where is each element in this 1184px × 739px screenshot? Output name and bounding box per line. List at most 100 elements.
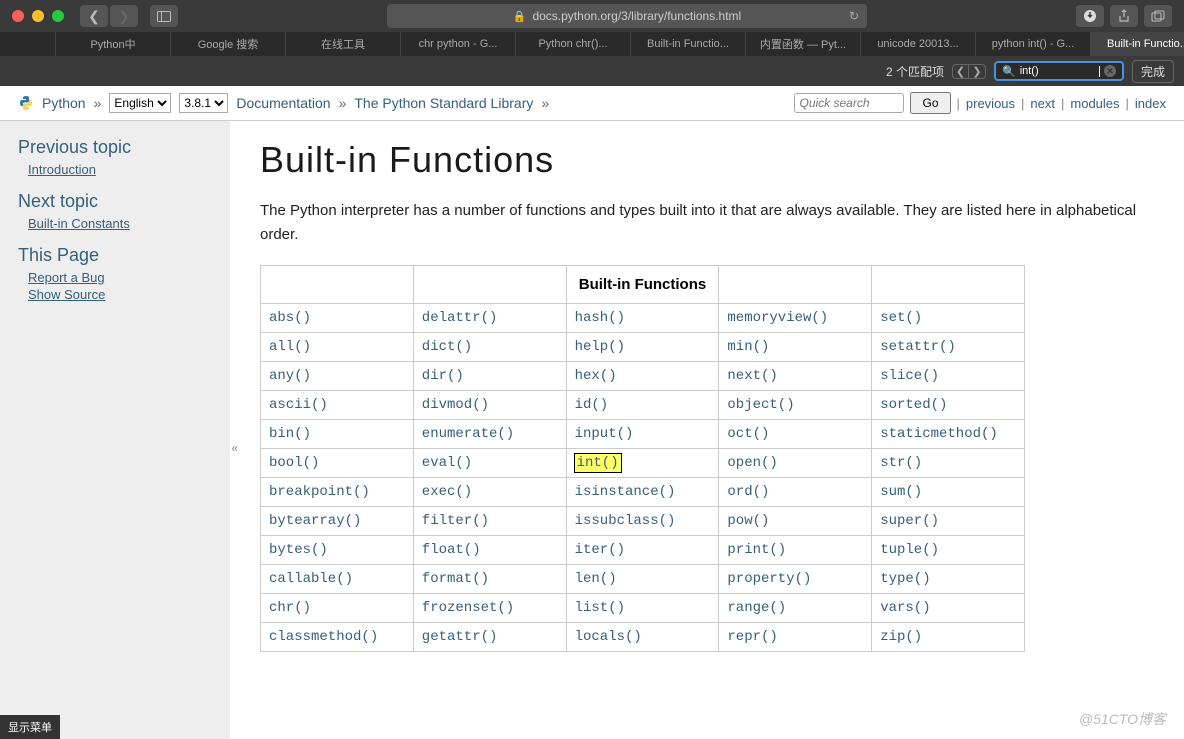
function-link[interactable]: help() — [575, 339, 625, 355]
function-link[interactable]: zip() — [880, 629, 922, 645]
function-link[interactable]: dir() — [422, 368, 464, 384]
back-button[interactable]: ❮ — [80, 5, 108, 27]
function-link[interactable]: input() — [575, 426, 634, 442]
show-menu-button[interactable]: 显示菜单 — [0, 715, 60, 739]
function-link[interactable]: set() — [880, 310, 922, 326]
function-link[interactable]: hex() — [575, 368, 617, 384]
function-link[interactable]: format() — [422, 571, 489, 587]
next-topic-link[interactable]: Built-in Constants — [28, 216, 212, 231]
function-link[interactable]: issubclass() — [575, 513, 676, 529]
function-link[interactable]: type() — [880, 571, 930, 587]
function-link[interactable]: setattr() — [880, 339, 956, 355]
function-link[interactable]: dict() — [422, 339, 472, 355]
browser-tab[interactable]: Built-in Functio... — [1091, 32, 1184, 56]
go-button[interactable]: Go — [910, 92, 950, 114]
clear-find-button[interactable]: ✕ — [1104, 65, 1116, 77]
function-link[interactable]: bool() — [269, 455, 319, 471]
browser-tab[interactable]: unicode 20013... — [861, 32, 976, 56]
show-source-link[interactable]: Show Source — [28, 287, 212, 302]
function-link[interactable]: repr() — [727, 629, 777, 645]
function-link[interactable]: staticmethod() — [880, 426, 998, 442]
function-link[interactable]: vars() — [880, 600, 930, 616]
browser-tab[interactable]: 内置函数 — Pyt... — [746, 32, 861, 56]
previous-link[interactable]: previous — [966, 96, 1015, 111]
stdlib-link[interactable]: The Python Standard Library — [354, 95, 533, 111]
function-link[interactable]: oct() — [727, 426, 769, 442]
function-link[interactable]: breakpoint() — [269, 484, 370, 500]
function-link[interactable]: next() — [727, 368, 777, 384]
function-link[interactable]: range() — [727, 600, 786, 616]
share-button[interactable] — [1110, 5, 1138, 27]
function-link[interactable]: int() — [575, 454, 621, 472]
function-link[interactable]: getattr() — [422, 629, 498, 645]
find-prev-button[interactable]: ❮ — [953, 65, 969, 78]
function-link[interactable]: bytearray() — [269, 513, 361, 529]
function-link[interactable]: bin() — [269, 426, 311, 442]
function-link[interactable]: tuple() — [880, 542, 939, 558]
version-select[interactable]: 3.8.1 — [179, 93, 228, 113]
language-select[interactable]: English — [109, 93, 171, 113]
url-bar[interactable]: 🔒 docs.python.org/3/library/functions.ht… — [186, 4, 1068, 28]
function-link[interactable]: slice() — [880, 368, 939, 384]
function-link[interactable]: classmethod() — [269, 629, 378, 645]
reload-button[interactable]: ↻ — [849, 9, 859, 23]
report-bug-link[interactable]: Report a Bug — [28, 270, 212, 285]
browser-tab[interactable]: chr python - G... — [401, 32, 516, 56]
function-link[interactable]: exec() — [422, 484, 472, 500]
function-link[interactable]: sum() — [880, 484, 922, 500]
browser-tab[interactable]: Python chr()... — [516, 32, 631, 56]
function-link[interactable]: enumerate() — [422, 426, 514, 442]
function-link[interactable]: id() — [575, 397, 609, 413]
function-link[interactable]: ord() — [727, 484, 769, 500]
minimize-window-button[interactable] — [32, 10, 44, 22]
browser-tab[interactable]: Python中 — [56, 32, 171, 56]
function-link[interactable]: divmod() — [422, 397, 489, 413]
function-link[interactable]: ascii() — [269, 397, 328, 413]
next-link[interactable]: next — [1030, 96, 1055, 111]
quick-search-input[interactable] — [794, 93, 904, 113]
tabs-button[interactable] — [1144, 5, 1172, 27]
function-link[interactable]: memoryview() — [727, 310, 828, 326]
modules-link[interactable]: modules — [1070, 96, 1119, 111]
function-link[interactable]: open() — [727, 455, 777, 471]
download-button[interactable] — [1076, 5, 1104, 27]
forward-button[interactable]: ❯ — [110, 5, 138, 27]
browser-tab[interactable]: Built-in Functio... — [631, 32, 746, 56]
function-link[interactable]: print() — [727, 542, 786, 558]
function-link[interactable]: abs() — [269, 310, 311, 326]
previous-topic-link[interactable]: Introduction — [28, 162, 212, 177]
function-link[interactable]: isinstance() — [575, 484, 676, 500]
zoom-window-button[interactable] — [52, 10, 64, 22]
function-link[interactable]: str() — [880, 455, 922, 471]
function-link[interactable]: float() — [422, 542, 481, 558]
browser-tab[interactable]: 在线工具 — [286, 32, 401, 56]
function-link[interactable]: locals() — [575, 629, 642, 645]
function-link[interactable]: iter() — [575, 542, 625, 558]
function-link[interactable]: bytes() — [269, 542, 328, 558]
function-link[interactable]: callable() — [269, 571, 353, 587]
function-link[interactable]: sorted() — [880, 397, 947, 413]
index-link[interactable]: index — [1135, 96, 1166, 111]
find-input[interactable]: 🔍 int() ✕ — [994, 61, 1124, 81]
browser-tab[interactable]: python int() - G... — [976, 32, 1091, 56]
main-content[interactable]: Built-in Functions The Python interprete… — [230, 121, 1184, 739]
function-link[interactable]: hash() — [575, 310, 625, 326]
function-link[interactable]: pow() — [727, 513, 769, 529]
python-link[interactable]: Python — [42, 95, 86, 111]
function-link[interactable]: filter() — [422, 513, 489, 529]
function-link[interactable]: object() — [727, 397, 794, 413]
sidebar-toggle-button[interactable] — [150, 5, 178, 27]
function-link[interactable]: chr() — [269, 600, 311, 616]
function-link[interactable]: property() — [727, 571, 811, 587]
close-window-button[interactable] — [12, 10, 24, 22]
function-link[interactable]: min() — [727, 339, 769, 355]
function-link[interactable]: delattr() — [422, 310, 498, 326]
collapse-sidebar-button[interactable]: « — [231, 441, 238, 455]
function-link[interactable]: eval() — [422, 455, 472, 471]
documentation-link[interactable]: Documentation — [236, 95, 330, 111]
function-link[interactable]: frozenset() — [422, 600, 514, 616]
browser-tab[interactable]: Google 搜索 — [171, 32, 286, 56]
function-link[interactable]: all() — [269, 339, 311, 355]
function-link[interactable]: list() — [575, 600, 625, 616]
function-link[interactable]: len() — [575, 571, 617, 587]
